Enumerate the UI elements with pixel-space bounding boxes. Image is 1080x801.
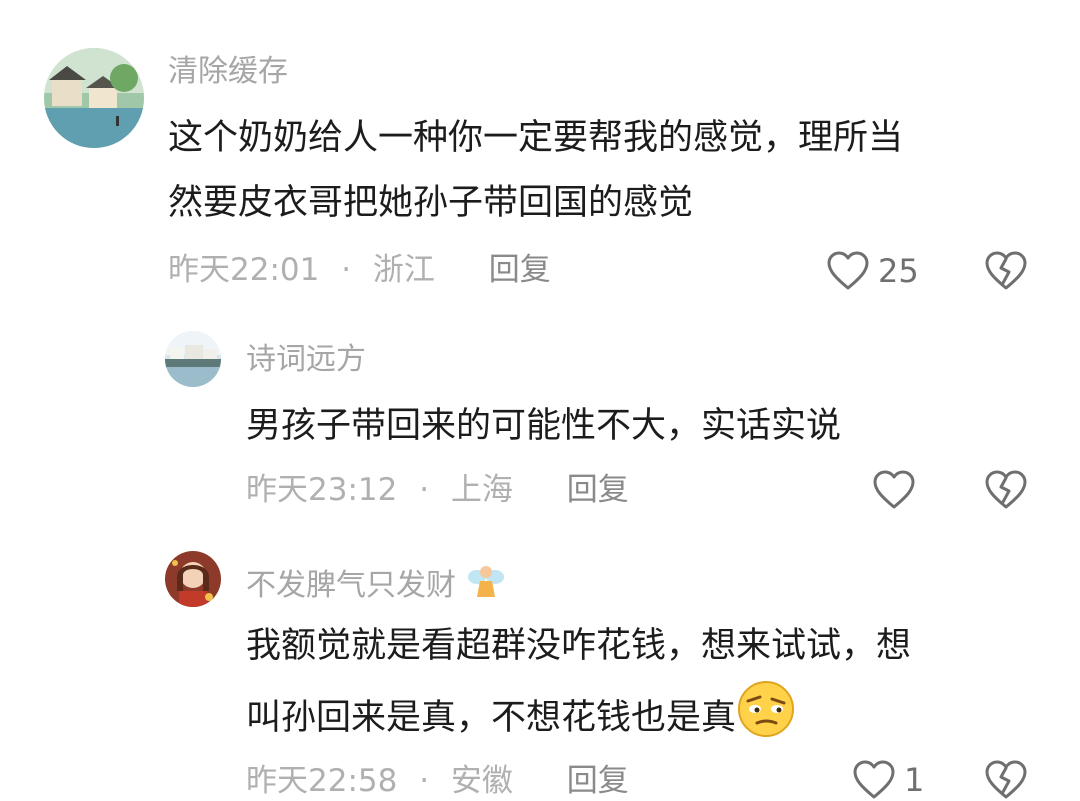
location: 安徽 <box>450 763 513 799</box>
timestamp: 昨天23:12 <box>246 472 398 508</box>
meta-separator: · <box>341 252 352 288</box>
dislike-button[interactable] <box>984 759 1028 801</box>
dislike-button[interactable] <box>984 250 1028 292</box>
avatar-image <box>165 551 221 607</box>
comment-text-line: 叫孙回来是真，不想花钱也是真 <box>246 679 796 751</box>
location: 浙江 <box>372 252 435 288</box>
like-button[interactable]: 1 <box>852 759 924 801</box>
avatar[interactable] <box>165 331 221 387</box>
like-count: 25 <box>878 252 919 290</box>
avatar-image <box>44 48 144 148</box>
avatar[interactable] <box>44 48 144 148</box>
reply-item: 诗词远方 男孩子带回来的可能性不大，实话实说 昨天23:12 · 上海 回复 <box>0 300 1080 530</box>
comment-text: 叫孙回来是真，不想花钱也是真 <box>246 698 737 738</box>
meta-separator: · <box>419 763 430 799</box>
fairy-emoji-icon <box>467 566 504 597</box>
broken-heart-icon <box>985 470 1027 509</box>
timestamp: 昨天22:01 <box>168 252 320 288</box>
broken-heart-icon <box>985 251 1027 290</box>
comment-text-line: 我额觉就是看超群没咋花钱，想来试试，想 <box>246 626 912 666</box>
comment-meta: 昨天23:12 · 上海 回复 <box>246 470 629 510</box>
timestamp: 昨天22:58 <box>246 763 398 799</box>
heart-outline-icon <box>873 470 915 509</box>
reply-button[interactable]: 回复 <box>489 250 551 290</box>
comment-meta: 昨天22:58 · 安徽 回复 <box>246 761 629 801</box>
heart-outline-icon <box>853 760 895 799</box>
username[interactable]: 诗词远方 <box>246 342 366 378</box>
reply-button[interactable]: 回复 <box>567 470 629 510</box>
like-button[interactable] <box>872 469 924 511</box>
dislike-button[interactable] <box>984 469 1028 511</box>
reply-button[interactable]: 回复 <box>567 761 629 801</box>
avatar-image <box>165 331 221 387</box>
comment-text-line: 男孩子带回来的可能性不大，实话实说 <box>246 406 842 446</box>
username[interactable]: 不发脾气只发财 <box>246 561 506 604</box>
like-count: 1 <box>904 761 925 799</box>
location: 上海 <box>450 472 513 508</box>
heart-outline-icon <box>827 251 869 290</box>
reply-item: 不发脾气只发财 我额觉就是看超群没咋花钱，想来试试，想 叫孙回来是真，不想花钱也… <box>0 530 1080 799</box>
meta-separator: · <box>419 472 430 508</box>
comment-text-line: 这个奶奶给人一种你一定要帮我的感觉，理所当 <box>168 118 904 158</box>
like-button[interactable]: 25 <box>826 250 919 292</box>
username-text: 不发脾气只发财 <box>246 568 456 603</box>
avatar[interactable] <box>165 551 221 607</box>
comment-meta: 昨天22:01 · 浙江 回复 <box>168 250 551 290</box>
skeptical-face-emoji-icon <box>738 681 795 737</box>
broken-heart-icon <box>985 760 1027 799</box>
comment-text-line: 然要皮衣哥把她孙子带回国的感觉 <box>168 183 694 223</box>
comment-item: 清除缓存 这个奶奶给人一种你一定要帮我的感觉，理所当 然要皮衣哥把她孙子带回国的… <box>0 0 1080 300</box>
username[interactable]: 清除缓存 <box>168 54 288 90</box>
